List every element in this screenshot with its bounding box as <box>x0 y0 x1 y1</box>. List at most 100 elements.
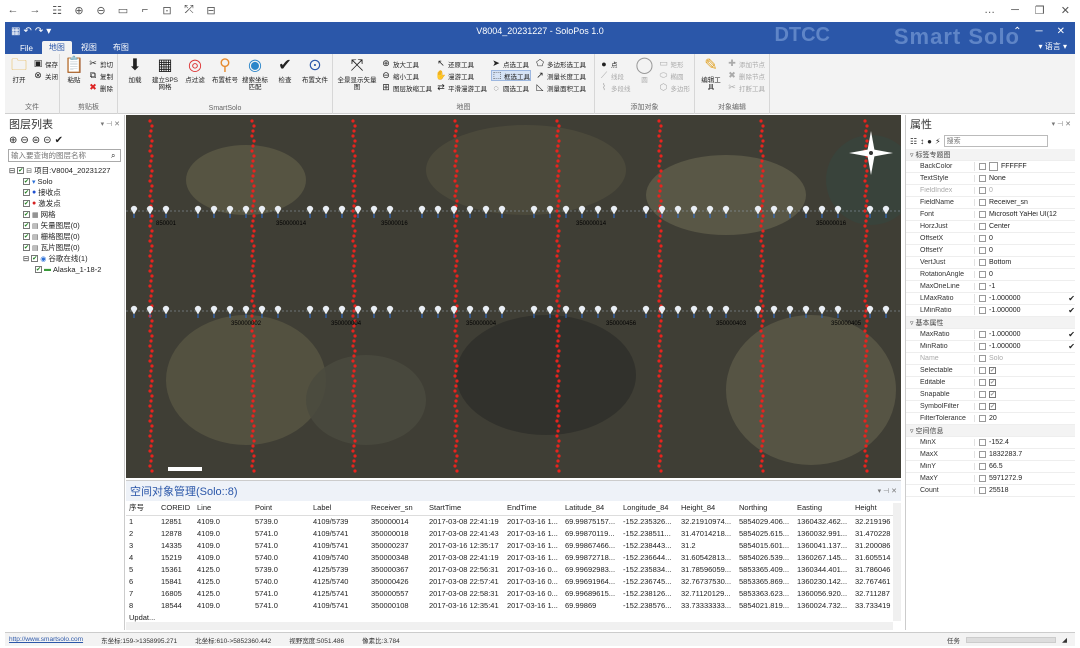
shot-point[interactable] <box>863 134 867 138</box>
shot-point[interactable] <box>863 269 867 273</box>
shot-point[interactable] <box>454 354 458 358</box>
shot-point[interactable] <box>863 254 867 258</box>
window-control-icon-1[interactable]: ─ <box>1011 4 1019 17</box>
shot-point[interactable] <box>251 369 255 373</box>
property-row[interactable]: MinY 66.5 <box>906 461 1075 473</box>
shot-point[interactable] <box>659 169 663 173</box>
shot-point[interactable] <box>353 214 357 218</box>
shot-point[interactable] <box>149 294 153 298</box>
shot-point[interactable] <box>658 189 662 193</box>
shot-point[interactable] <box>760 189 764 193</box>
shot-point[interactable] <box>149 189 153 193</box>
shot-point[interactable] <box>150 334 154 338</box>
shot-point[interactable] <box>454 219 458 223</box>
shot-point[interactable] <box>252 364 256 368</box>
shot-point[interactable] <box>864 174 868 178</box>
shot-point[interactable] <box>759 464 763 468</box>
property-row[interactable]: RotationAngle 0 <box>906 269 1075 281</box>
shot-point[interactable] <box>149 414 153 418</box>
shot-point[interactable] <box>251 264 255 268</box>
shot-point[interactable] <box>250 449 254 453</box>
shot-point[interactable] <box>250 314 254 318</box>
shot-point[interactable] <box>150 124 154 128</box>
map-col1-tool-1[interactable]: ⊖ 缩小工具 <box>381 70 432 81</box>
property-row[interactable]: Font Microsoft YaHei UI(12 <box>906 209 1075 221</box>
shot-point[interactable] <box>148 119 152 123</box>
check-icon[interactable]: ✔ <box>1068 330 1075 339</box>
shot-point[interactable] <box>149 144 153 148</box>
shot-point[interactable] <box>864 444 868 448</box>
shot-point[interactable] <box>555 434 559 438</box>
shot-point[interactable] <box>351 359 355 363</box>
layer-checkbox[interactable]: ✔ <box>23 200 30 207</box>
shot-point[interactable] <box>353 259 357 263</box>
layer-item[interactable]: ✔ ● 激发点 <box>9 198 120 209</box>
shot-point[interactable] <box>761 139 765 143</box>
shot-point[interactable] <box>455 469 459 473</box>
shot-point[interactable] <box>759 269 763 273</box>
shot-point[interactable] <box>557 334 561 338</box>
shot-point[interactable] <box>556 249 560 253</box>
top-tool-icon-9[interactable]: ⊟ <box>204 4 218 17</box>
shot-point[interactable] <box>658 444 662 448</box>
layer-item[interactable]: ⊟ ✔ ◉ 谷歌在线(1) <box>9 253 120 264</box>
layer-item[interactable]: ⊟ ✔ ⊟ 项目:V8004_20231227 <box>9 165 120 176</box>
shot-point[interactable] <box>251 159 255 163</box>
shot-point[interactable] <box>251 399 255 403</box>
property-value[interactable]: 20 <box>989 415 997 422</box>
shot-point[interactable] <box>453 224 457 228</box>
property-category[interactable]: ▿ 基本属性 <box>906 317 1075 329</box>
shot-point[interactable] <box>148 389 152 393</box>
shot-point[interactable] <box>150 244 154 248</box>
shot-point[interactable] <box>455 379 459 383</box>
shot-point[interactable] <box>557 289 561 293</box>
property-row[interactable]: LMaxRatio -1.000000 ✔ <box>906 293 1075 305</box>
shot-point[interactable] <box>657 314 661 318</box>
shot-point[interactable] <box>555 359 559 363</box>
add-col2-tool-2[interactable]: ⬡ 多边形 <box>659 82 690 93</box>
shot-point[interactable] <box>455 274 459 278</box>
shot-point[interactable] <box>761 439 765 443</box>
shot-point[interactable] <box>760 459 764 463</box>
shot-point[interactable] <box>148 299 152 303</box>
shot-point[interactable] <box>760 354 764 358</box>
shot-point[interactable] <box>251 414 255 418</box>
table-row[interactable]: 8 18544 4109.0 5741.0 4109/5741 350000108 2017… <box>126 599 894 611</box>
shot-point[interactable] <box>863 434 867 438</box>
shot-point[interactable] <box>865 469 869 473</box>
shot-point[interactable] <box>557 439 561 443</box>
shot-point[interactable] <box>865 364 869 368</box>
shot-point[interactable] <box>760 324 764 328</box>
shot-point[interactable] <box>659 364 663 368</box>
shot-point[interactable] <box>863 419 867 423</box>
shot-point[interactable] <box>149 429 153 433</box>
property-row[interactable]: OffsetY 0 <box>906 245 1075 257</box>
property-row[interactable]: BackColor FFFFFF <box>906 161 1075 173</box>
shot-point[interactable] <box>760 174 764 178</box>
shot-point[interactable] <box>250 374 254 378</box>
shot-point[interactable] <box>658 399 662 403</box>
shot-point[interactable] <box>455 349 459 353</box>
events-icon[interactable]: ⚡ <box>935 137 941 146</box>
shot-point[interactable] <box>759 224 763 228</box>
shot-point[interactable] <box>455 319 459 323</box>
shot-point[interactable] <box>658 234 662 238</box>
shot-point[interactable] <box>761 319 765 323</box>
shot-point[interactable] <box>657 134 661 138</box>
shot-point[interactable] <box>863 464 867 468</box>
shot-point[interactable] <box>351 164 355 168</box>
shot-point[interactable] <box>150 409 154 413</box>
tab-file[interactable]: File <box>13 43 40 54</box>
shot-point[interactable] <box>455 439 459 443</box>
shot-point[interactable] <box>864 324 868 328</box>
check-icon[interactable]: ✔ <box>1068 342 1075 351</box>
shot-point[interactable] <box>556 429 560 433</box>
shot-point[interactable] <box>352 414 356 418</box>
property-value[interactable]: -1.000000 <box>989 295 1021 302</box>
shot-point[interactable] <box>864 399 868 403</box>
column-header[interactable]: Line <box>194 501 252 516</box>
shot-point[interactable] <box>761 274 765 278</box>
shot-point[interactable] <box>555 284 559 288</box>
shot-point[interactable] <box>760 234 764 238</box>
copy-button[interactable]: ⧉ 复制 <box>88 70 113 81</box>
